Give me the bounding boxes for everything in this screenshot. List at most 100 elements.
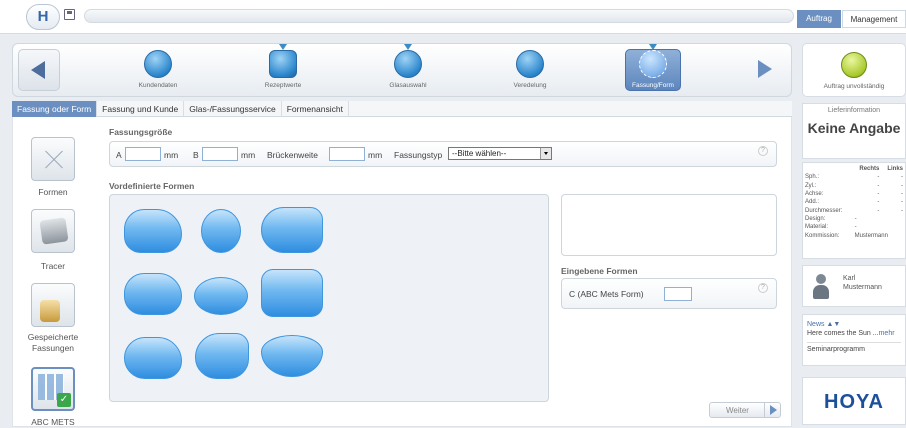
table-row: Design: - bbox=[805, 215, 857, 222]
seminar-link[interactable]: Seminarprogramm bbox=[807, 342, 901, 354]
user-icon bbox=[813, 274, 829, 300]
brand-box: HOYA bbox=[802, 377, 906, 425]
hoya-logo: HOYA bbox=[824, 391, 884, 413]
back-button[interactable] bbox=[18, 49, 60, 91]
arrow-right-icon bbox=[758, 60, 772, 78]
shape-6[interactable] bbox=[261, 269, 323, 317]
gespeicherte-fassungen-label: Gespeicherte Fassungen bbox=[27, 332, 79, 353]
entered-shapes-box: C (ABC Mets Form) ? bbox=[561, 278, 777, 309]
forward-button[interactable] bbox=[743, 49, 785, 91]
lens-icon bbox=[394, 50, 422, 78]
top-search-bar bbox=[84, 9, 794, 23]
tab-formenansicht[interactable]: Formenansicht bbox=[282, 101, 349, 117]
input-b[interactable] bbox=[202, 147, 238, 161]
label-b: B bbox=[193, 150, 199, 160]
workflow-stepper: Kundendaten Rezeptwerte Glasauswahl Vere… bbox=[12, 43, 792, 97]
unit-mm: mm bbox=[241, 150, 256, 160]
formen-label: Formen bbox=[38, 187, 68, 197]
table-row: Durchmesser: - - bbox=[805, 207, 903, 214]
coating-icon bbox=[516, 50, 544, 78]
prescription-table: Rechts Links Sph.: - - Zyl.: - - Achse: - - Ad… bbox=[805, 166, 903, 239]
sub-tabs: Fassung oder Form Fassung und Kunde Glas… bbox=[12, 101, 792, 117]
supply-value: Keine Angabe bbox=[807, 120, 901, 136]
supply-label: Lieferinformation bbox=[827, 107, 881, 114]
step-label: Fassung/Form bbox=[632, 82, 674, 89]
shape-8[interactable] bbox=[195, 333, 249, 379]
formen-button[interactable] bbox=[31, 137, 75, 181]
tracer-label: Tracer bbox=[40, 261, 66, 271]
step-label: Glasauswahl bbox=[389, 82, 427, 89]
step-rezeptwerte[interactable]: Rezeptwerte bbox=[233, 44, 333, 94]
c-input[interactable] bbox=[664, 287, 692, 301]
frame-type-select[interactable]: --Bitte wählen-- bbox=[448, 147, 552, 160]
news-title[interactable]: News ▲▼ bbox=[807, 320, 901, 329]
tab-management[interactable]: Management bbox=[842, 10, 906, 28]
order-status-label: Auftrag unvollständig bbox=[823, 83, 885, 90]
table-row: Zyl.: - - bbox=[805, 182, 903, 189]
size-heading: Fassungsgröße bbox=[109, 127, 173, 137]
weiter-button[interactable]: Weiter bbox=[709, 402, 781, 418]
shape-1[interactable] bbox=[124, 209, 182, 253]
tracer-button[interactable] bbox=[31, 209, 75, 253]
supply-info-box: Lieferinformation Keine Angabe bbox=[802, 103, 906, 159]
unit-mm: mm bbox=[164, 150, 179, 160]
step-fassung-form[interactable]: Fassung/Form bbox=[603, 44, 703, 94]
tab-fassung-und-kunde[interactable]: Fassung und Kunde bbox=[97, 101, 185, 117]
bridge-input[interactable] bbox=[329, 147, 365, 161]
check-icon: ✓ bbox=[57, 393, 71, 407]
help-icon[interactable]: ? bbox=[758, 146, 768, 156]
c-label: C (ABC Mets Form) bbox=[569, 289, 644, 299]
news-more-link[interactable]: mehr bbox=[879, 330, 895, 337]
table-row: Material: - bbox=[805, 224, 857, 231]
user-box[interactable]: Karl Mustermann bbox=[802, 265, 906, 307]
table-row: Sph.: - - bbox=[805, 174, 903, 181]
input-a[interactable] bbox=[125, 147, 161, 161]
label-a: A bbox=[116, 150, 122, 160]
tracer-device-icon bbox=[39, 217, 69, 245]
shape-7[interactable] bbox=[124, 337, 182, 379]
news-text: Here comes the Sun ... bbox=[807, 330, 879, 337]
shape-4[interactable] bbox=[124, 273, 182, 315]
entered-shapes-heading: Eingebene Formen bbox=[561, 266, 638, 276]
news-box: News ▲▼ Here comes the Sun ...mehr Semin… bbox=[802, 314, 906, 366]
shape-9[interactable] bbox=[261, 335, 323, 377]
abc-mets-button[interactable]: ✓ bbox=[31, 367, 75, 411]
table-row: Kommission: Mustermann bbox=[805, 232, 888, 239]
shape-2[interactable] bbox=[201, 209, 241, 253]
shape-5[interactable] bbox=[194, 277, 248, 315]
help-icon[interactable]: ? bbox=[758, 283, 768, 293]
step-label: Rezeptwerte bbox=[264, 82, 302, 89]
chevron-down-icon[interactable] bbox=[540, 148, 551, 159]
saved-frames-icon bbox=[40, 300, 60, 322]
tab-glas-fassungsservice[interactable]: Glas-/Fassungsservice bbox=[184, 101, 282, 117]
arrow-left-icon bbox=[31, 61, 45, 79]
prescription-icon bbox=[269, 50, 297, 78]
gespeicherte-fassungen-button[interactable] bbox=[31, 283, 75, 327]
frame-type-value: --Bitte wählen-- bbox=[452, 149, 507, 158]
prescription-summary: Rechts Links Sph.: - - Zyl.: - - Achse: - - Ad… bbox=[802, 162, 906, 259]
step-label: Veredelung bbox=[513, 82, 547, 89]
frame-type-label: Fassungstyp bbox=[394, 150, 443, 160]
step-glasauswahl[interactable]: Glasauswahl bbox=[358, 44, 458, 94]
size-fieldset: A mm B mm Brückenweite mm Fassungstyp --… bbox=[109, 141, 777, 167]
step-label: Kundendaten bbox=[138, 82, 178, 89]
top-bar: H Auftrag Management bbox=[0, 0, 906, 34]
weiter-label: Weiter bbox=[726, 406, 749, 415]
predefined-shapes-grid bbox=[109, 194, 549, 402]
tab-auftrag[interactable]: Auftrag bbox=[797, 10, 841, 28]
predefined-heading: Vordefinierte Formen bbox=[109, 181, 195, 191]
hoya-h-logo[interactable]: H bbox=[26, 4, 60, 30]
step-kundendaten[interactable]: Kundendaten bbox=[108, 46, 208, 94]
step-marker-icon bbox=[279, 44, 287, 50]
shape-3[interactable] bbox=[261, 207, 323, 253]
user-first-name: Karl bbox=[843, 275, 856, 282]
bridge-label: Brückenweite bbox=[267, 150, 319, 160]
table-row: Add.: - - bbox=[805, 199, 903, 206]
save-icon[interactable] bbox=[64, 9, 75, 20]
tab-fassung-oder-form[interactable]: Fassung oder Form bbox=[12, 101, 98, 117]
frame-icon bbox=[639, 50, 667, 78]
step-veredelung[interactable]: Veredelung bbox=[480, 46, 580, 94]
main-panel: Formen Tracer Gespeicherte Fassungen ✓ A… bbox=[12, 117, 792, 427]
table-row: Achse: - - bbox=[805, 191, 903, 198]
order-status-box[interactable]: Auftrag unvollständig bbox=[802, 43, 906, 97]
